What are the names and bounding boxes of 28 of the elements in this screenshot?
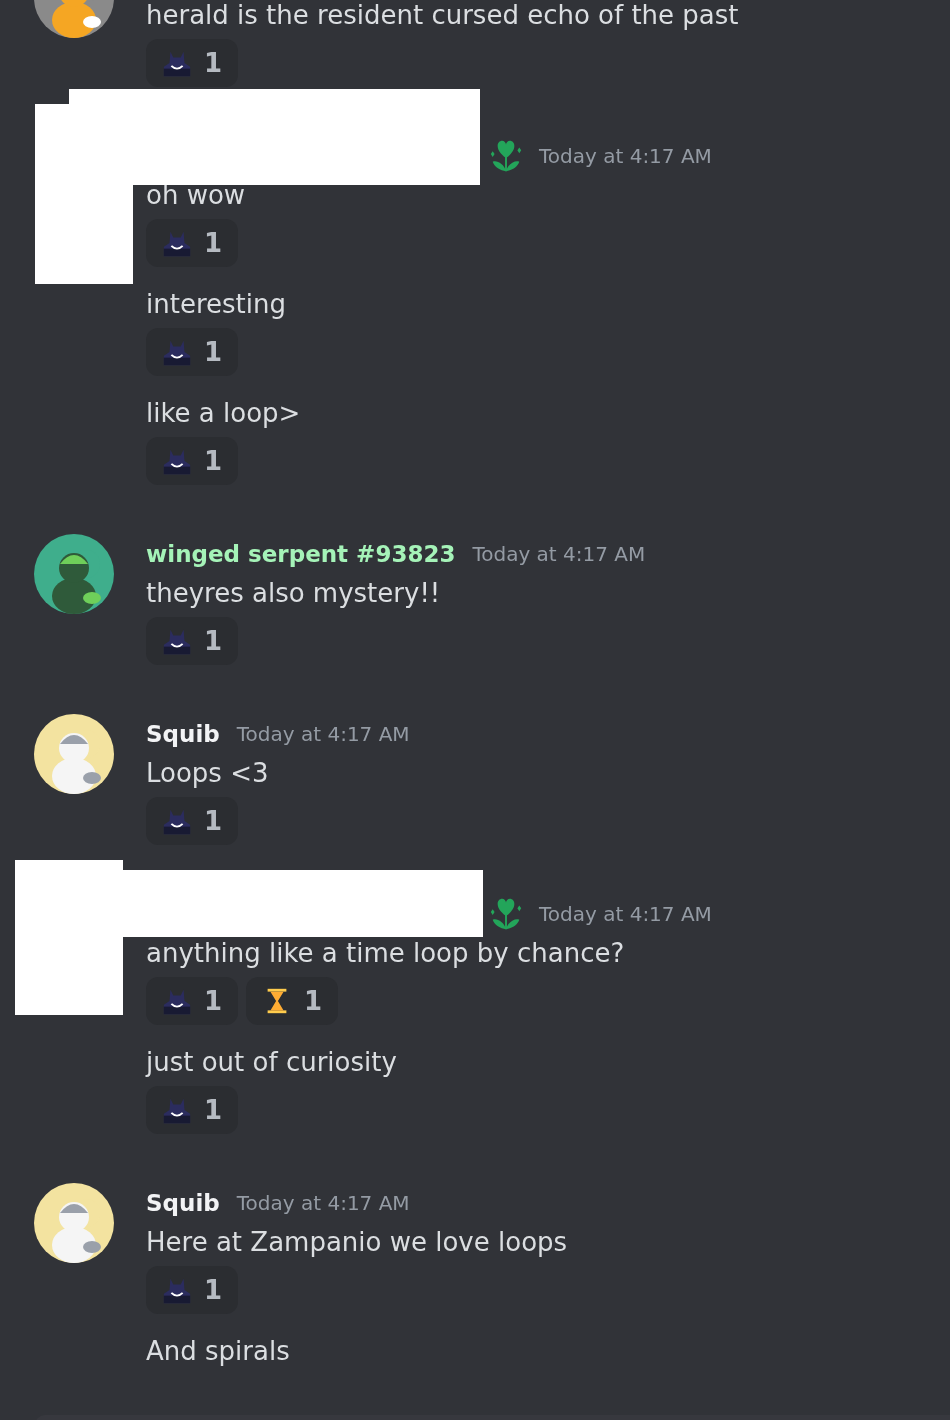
- reaction-button[interactable]: 1: [146, 617, 239, 665]
- reaction-button[interactable]: 1: [146, 39, 239, 87]
- message-text: anything like a time loop by chance?: [146, 938, 625, 968]
- reaction-button[interactable]: 1: [146, 437, 239, 485]
- message-text: And spirals: [146, 1336, 290, 1366]
- message-text: Here at Zampanio we love loops: [146, 1227, 568, 1257]
- reaction-button[interactable]: 1: [146, 797, 239, 845]
- reaction-button[interactable]: 1: [146, 328, 239, 376]
- message-text: herald is the resident cursed echo of the past: [146, 0, 739, 30]
- timestamp: Today at 4:17 AM: [539, 902, 712, 926]
- reaction-button[interactable]: 1: [146, 1266, 239, 1314]
- message-text: theyres also mystery!!: [146, 578, 441, 608]
- message-text: oh wow: [146, 180, 246, 210]
- message-text: Loops <3: [146, 758, 269, 788]
- timestamp: Today at 4:17 AM: [472, 542, 646, 566]
- message-text: interesting: [146, 289, 286, 319]
- message-text: like a loop>: [146, 398, 301, 428]
- reaction-button[interactable]: 1: [146, 977, 239, 1025]
- reaction-button[interactable]: 1: [146, 1086, 239, 1134]
- username[interactable]: Squib: [146, 716, 220, 752]
- timestamp: Today at 4:17 AM: [539, 144, 712, 168]
- reaction-button[interactable]: 1: [146, 219, 239, 267]
- timestamp: Today at 4:17 AM: [236, 1191, 410, 1215]
- timestamp: Today at 4:17 AM: [236, 722, 410, 746]
- reaction-button[interactable]: 1: [246, 977, 339, 1025]
- message-text: just out of curiosity: [146, 1047, 397, 1077]
- username[interactable]: Squib: [146, 1185, 220, 1221]
- username[interactable]: winged serpent #93823: [146, 536, 456, 572]
